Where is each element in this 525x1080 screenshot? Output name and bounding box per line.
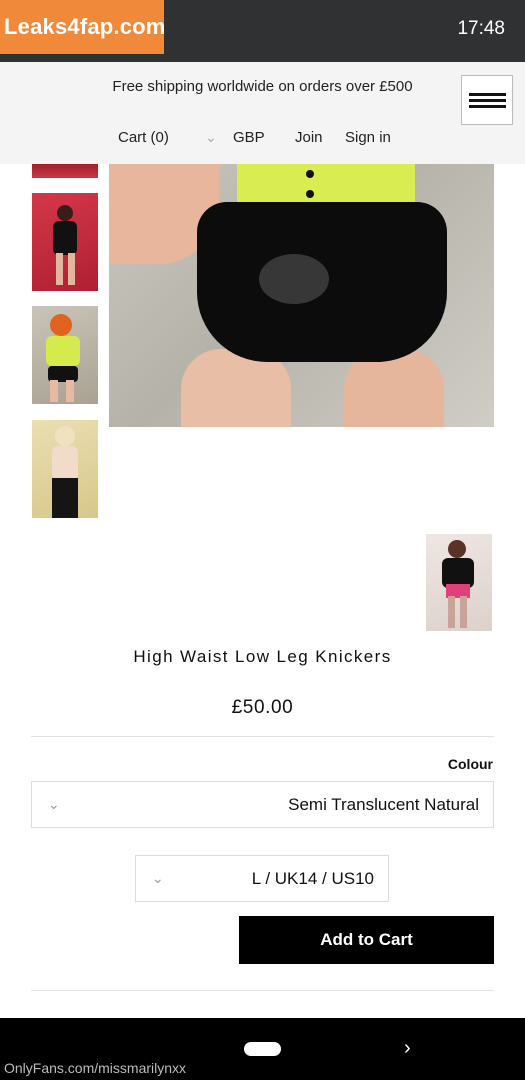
status-time: 17:48 (457, 18, 505, 39)
divider (31, 990, 494, 991)
chevron-down-icon: ⌄ (152, 870, 164, 886)
chevron-down-icon: ⌄ (48, 796, 60, 812)
join-link[interactable]: Join (295, 129, 323, 146)
chevron-down-icon: ⌄ (205, 129, 217, 145)
product-main-image (109, 164, 494, 427)
home-pill-icon[interactable] (244, 1042, 281, 1056)
add-to-cart-button[interactable]: Add to Cart (239, 916, 494, 964)
site-header: Free shipping worldwide on orders over £… (0, 62, 525, 164)
watermark-url: OnlyFans.com/missmarilynxx (4, 1060, 187, 1076)
size-select-value: L / UK14 / US10 (251, 869, 374, 888)
currency-select[interactable]: GBP (233, 129, 265, 146)
watermark-logo: Leaks4fap.com (0, 0, 165, 54)
product-title: High Waist Low Leg Knickers (133, 647, 392, 666)
sign-in-link[interactable]: Sign in (345, 129, 391, 146)
status-bar: Leaks4fap.com 17:48 (0, 0, 525, 62)
hamburger-menu-icon[interactable] (461, 75, 513, 125)
product-thumbnail[interactable] (32, 306, 98, 404)
product-thumbnail[interactable] (32, 164, 98, 178)
product-thumbnail[interactable] (32, 420, 98, 518)
product-price: £50.00 (231, 697, 294, 718)
model-swatch-image[interactable] (426, 534, 492, 631)
size-select[interactable]: L / UK14 / US10 ⌄ (135, 855, 389, 902)
cart-link[interactable]: Cart (0) (118, 129, 169, 146)
colour-label: Colour (447, 756, 493, 772)
system-nav-bar: › OnlyFans.com/missmarilynxx (0, 1018, 525, 1080)
chevron-right-icon[interactable]: › (404, 1037, 411, 1060)
shipping-banner: Free shipping worldwide on orders over £… (112, 78, 413, 95)
colour-select[interactable]: Semi Translucent Natural ⌄ (31, 781, 494, 828)
product-thumbnail[interactable] (32, 193, 98, 291)
colour-select-value: Semi Translucent Natural (288, 795, 479, 814)
divider (31, 736, 494, 737)
